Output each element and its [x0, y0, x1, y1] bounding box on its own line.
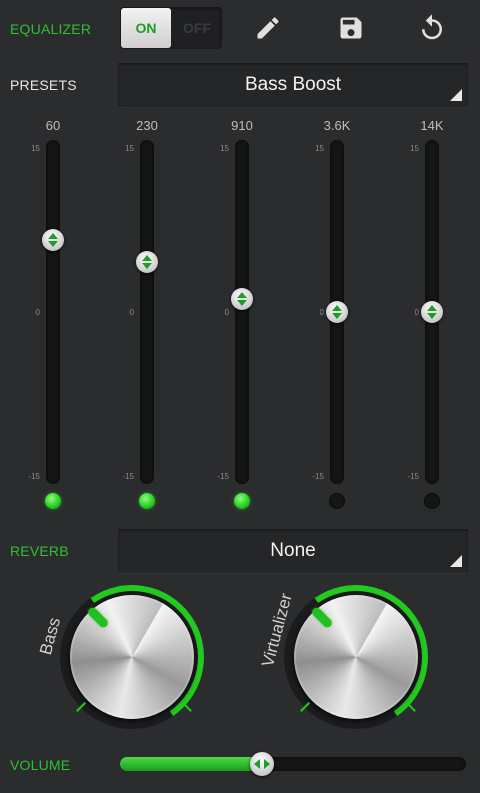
band-indicator-led — [424, 493, 440, 509]
band-indicator-led — [139, 493, 155, 509]
toggle-on-option[interactable]: ON — [121, 8, 171, 48]
presets-dropdown[interactable]: Bass Boost — [118, 63, 468, 107]
virtualizer-knob[interactable] — [272, 573, 440, 741]
tick-zero: 0 — [35, 308, 40, 317]
equalizer-toggle[interactable]: ON OFF — [120, 7, 222, 49]
pencil-icon[interactable] — [250, 10, 286, 46]
tick-zero: 0 — [319, 308, 324, 317]
band-slider-thumb[interactable] — [421, 301, 443, 323]
presets-selected-value: Bass Boost — [244, 74, 342, 95]
tick-zero: 0 — [129, 308, 134, 317]
band-60: 60 15 0 -15 — [8, 112, 98, 517]
band-910: 910 15 0 -15 — [197, 112, 287, 517]
band-frequency-label: 230 — [136, 118, 158, 133]
volume-label: VOLUME — [10, 757, 71, 773]
band-frequency-label: 910 — [231, 118, 253, 133]
tick-min: -15 — [312, 472, 324, 481]
band-slider-thumb[interactable] — [326, 301, 348, 323]
band-frequency-label: 60 — [45, 118, 61, 133]
tick-max: 15 — [410, 144, 419, 153]
band-slider-track[interactable] — [235, 140, 249, 484]
reverb-dropdown[interactable]: None — [118, 529, 468, 573]
band-slider-thumb[interactable] — [42, 229, 64, 252]
band-3-6k: 3.6K 15 0 -15 — [292, 112, 382, 517]
tick-zero: 0 — [224, 308, 229, 317]
band-slider-thumb[interactable] — [136, 251, 158, 274]
band-slider-track[interactable] — [46, 140, 60, 484]
reverb-label: REVERB — [10, 543, 69, 559]
band-230: 230 15 0 -15 — [102, 112, 192, 517]
volume-slider-fill — [120, 757, 268, 771]
band-14k: 14K 15 0 -15 — [387, 112, 477, 517]
dropdown-corner-icon — [450, 555, 462, 567]
band-slider-thumb[interactable] — [231, 287, 253, 310]
toggle-off-option[interactable]: OFF — [172, 7, 222, 49]
tick-max: 15 — [315, 144, 324, 153]
tick-min: -15 — [28, 472, 40, 481]
dropdown-corner-icon — [450, 89, 462, 101]
tick-min: -15 — [122, 472, 134, 481]
band-indicator-led — [329, 493, 345, 509]
pencil-icon-graphic — [257, 17, 279, 39]
reverb-selected-value: None — [270, 540, 316, 561]
reset-icon-graphic — [422, 14, 442, 40]
tick-max: 15 — [125, 144, 134, 153]
band-slider-track[interactable] — [140, 140, 154, 484]
band-indicator-led — [45, 493, 61, 509]
tick-max: 15 — [220, 144, 229, 153]
save-icon-graphic — [340, 17, 362, 39]
tick-max: 15 — [31, 144, 40, 153]
band-indicator-led — [234, 493, 250, 509]
reset-icon[interactable] — [414, 10, 450, 46]
band-frequency-label: 3.6K — [323, 118, 351, 133]
band-frequency-label: 14K — [420, 118, 444, 133]
volume-slider-track[interactable] — [120, 752, 466, 776]
tick-zero: 0 — [414, 308, 419, 317]
volume-slider-thumb[interactable] — [249, 752, 274, 776]
save-icon[interactable] — [333, 10, 369, 46]
tick-min: -15 — [217, 472, 229, 481]
tick-min: -15 — [407, 472, 419, 481]
equalizer-label: EQUALIZER — [10, 21, 92, 37]
presets-label: PRESETS — [10, 77, 77, 93]
bass-knob[interactable] — [48, 573, 216, 741]
